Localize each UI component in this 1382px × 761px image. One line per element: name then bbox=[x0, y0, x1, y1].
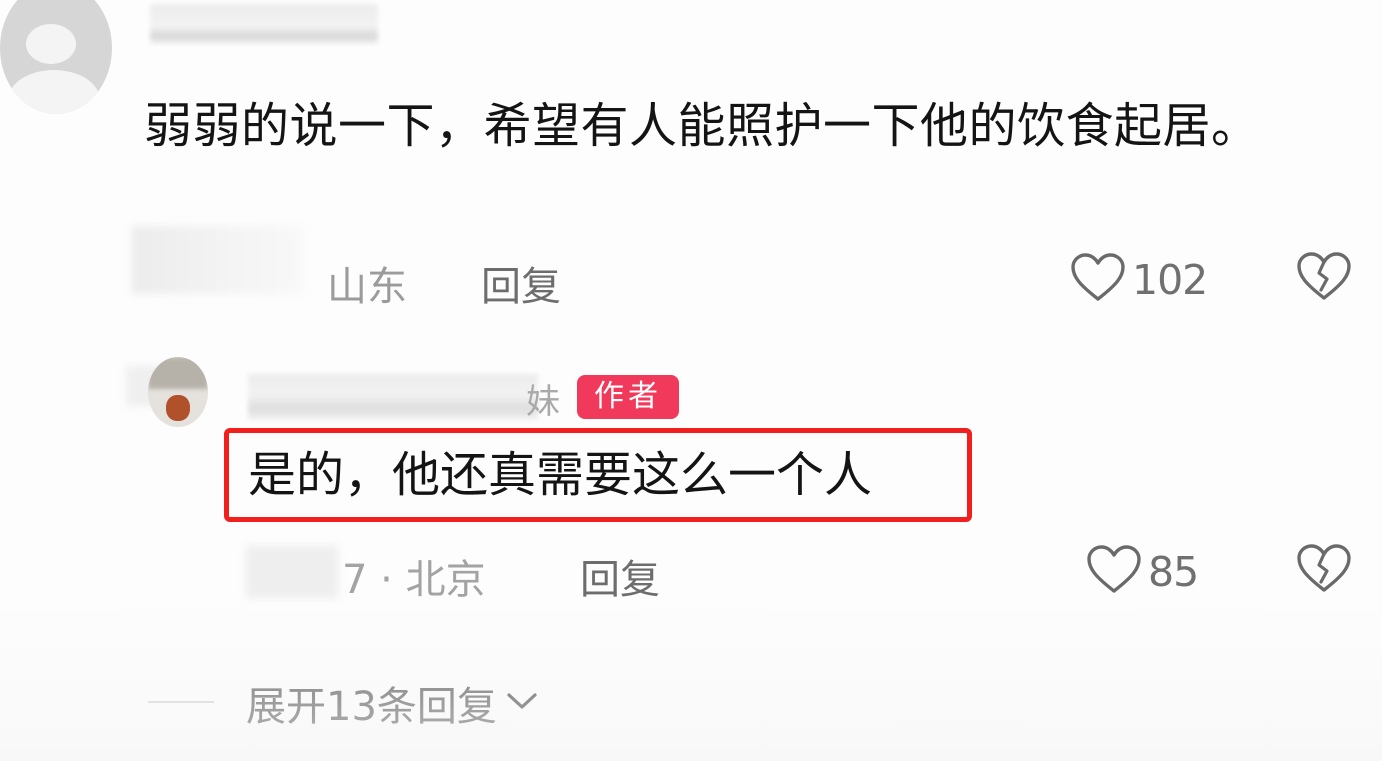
avatar-background-shape bbox=[148, 357, 208, 389]
blurred-username[interactable] bbox=[150, 4, 378, 44]
chevron-down-icon bbox=[505, 689, 539, 717]
expand-divider bbox=[148, 701, 214, 703]
like-button[interactable]: 102 bbox=[1070, 253, 1208, 307]
comment-text: 弱弱的说一下，希望有人能照护一下他的饮食起居。 bbox=[144, 98, 1260, 154]
heart-icon bbox=[1086, 545, 1142, 599]
expand-replies-label: 展开13条回复 bbox=[246, 684, 497, 730]
dislike-button[interactable] bbox=[1296, 544, 1352, 598]
background-shade bbox=[0, 600, 1382, 761]
broken-heart-icon bbox=[1296, 544, 1352, 598]
avatar-body-shape bbox=[8, 70, 100, 114]
comment-thread: 弱弱的说一下，希望有人能照护一下他的饮食起居。 山东 回复 102 妹 作者 是… bbox=[0, 0, 1382, 761]
author-badge: 作者 bbox=[577, 375, 679, 419]
expand-replies-button[interactable]: 展开13条回复 bbox=[246, 674, 539, 732]
like-button[interactable]: 85 bbox=[1086, 545, 1199, 599]
reply-button[interactable]: 回复 bbox=[580, 547, 660, 605]
dislike-button[interactable] bbox=[1296, 252, 1352, 306]
author-avatar[interactable] bbox=[148, 357, 208, 427]
reply-button[interactable]: 回复 bbox=[481, 254, 561, 312]
avatar[interactable] bbox=[0, 0, 112, 114]
like-count: 85 bbox=[1148, 548, 1199, 596]
blurred-date bbox=[246, 546, 338, 598]
comment-location: 山东 bbox=[327, 264, 407, 310]
broken-heart-icon bbox=[1296, 252, 1352, 306]
avatar-head-shape bbox=[26, 24, 76, 64]
blurred-date bbox=[132, 226, 302, 294]
reply-date-location: 7 · 北京 bbox=[342, 557, 486, 603]
like-count: 102 bbox=[1132, 256, 1208, 304]
username-tail: 妹 bbox=[526, 382, 560, 422]
heart-icon bbox=[1070, 253, 1126, 307]
blurred-username[interactable] bbox=[248, 374, 538, 420]
reply-text: 是的，他还真需要这么一个人 bbox=[248, 447, 873, 503]
avatar-figure-shape bbox=[166, 395, 190, 421]
